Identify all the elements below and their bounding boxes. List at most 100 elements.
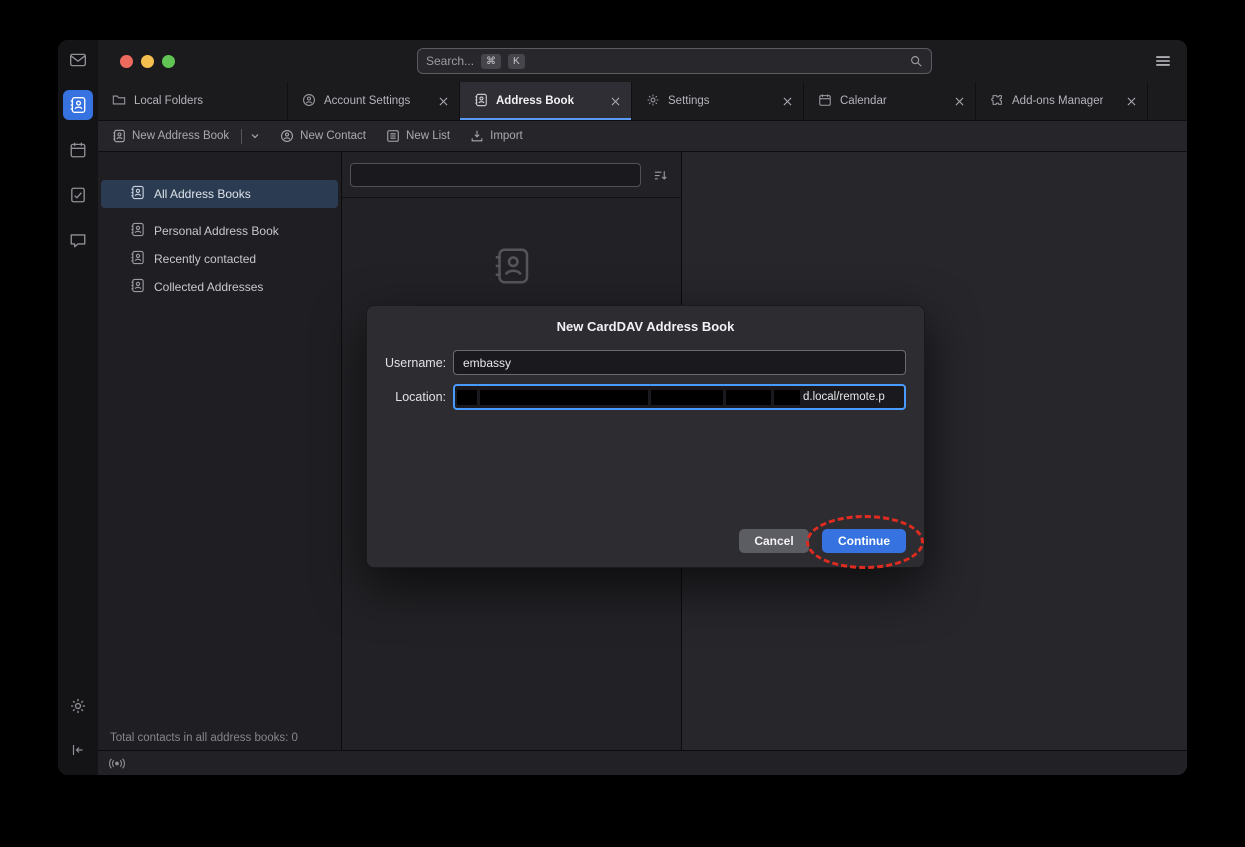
redaction-bar [651,390,723,405]
tab-label: Local Folders [134,95,203,107]
address-book-toolbar: New Address Book New Contact New List [98,120,1187,152]
calendar-icon [69,141,87,159]
minimize-window-button[interactable] [141,55,154,68]
tab-settings[interactable]: Settings [632,82,804,120]
new-list-icon [386,129,400,143]
list-item-label: Personal Address Book [154,224,279,238]
address-book-icon [474,93,488,110]
import-icon [470,129,484,143]
redaction-bar [480,390,648,405]
close-window-button[interactable] [120,55,133,68]
location-visible-text: d.local/remote.p [803,391,885,403]
new-address-book-label: New Address Book [132,130,229,142]
redaction-bar [457,390,477,405]
username-field[interactable] [453,350,906,375]
list-item-label: All Address Books [154,187,251,201]
dialog-title: New CardDAV Address Book [367,306,924,334]
puzzle-icon [990,93,1004,110]
global-search-bar[interactable]: Search... ⌘ K [417,48,932,74]
tab-addons-manager[interactable]: Add-ons Manager [976,82,1148,120]
username-label: Username: [385,356,453,370]
address-book-space-button[interactable] [63,90,93,120]
tab-address-book[interactable]: Address Book [460,82,632,120]
list-item-personal-address-book[interactable]: Personal Address Book [101,217,338,245]
new-contact-button[interactable]: New Contact [280,129,366,143]
calendar-space-button[interactable] [63,135,93,165]
import-label: Import [490,130,523,142]
contacts-search-input[interactable] [350,163,641,187]
address-book-icon [130,185,145,203]
list-item-label: Collected Addresses [154,280,263,294]
new-list-label: New List [406,130,450,142]
new-address-book-button[interactable]: New Address Book [112,129,260,144]
close-tab-icon[interactable] [951,93,967,109]
rail-collapse-button[interactable] [63,735,93,765]
tab-label: Settings [668,95,710,107]
tab-account-settings[interactable]: Account Settings [288,82,460,120]
calendar-icon [818,93,832,110]
close-tab-icon[interactable] [607,93,623,109]
location-field[interactable]: d.local/remote.p [453,384,906,410]
mail-icon [69,51,87,69]
tab-label: Add-ons Manager [1012,95,1103,107]
list-item-all-address-books[interactable]: All Address Books [101,180,338,208]
list-item-collected-addresses[interactable]: Collected Addresses [101,273,338,301]
close-tab-icon[interactable] [1123,93,1139,109]
rail-settings-button[interactable] [63,691,93,721]
new-carddav-dialog: New CardDAV Address Book Username: Locat… [366,305,925,568]
status-bar [98,750,1187,775]
cmd-keycap: ⌘ [481,54,501,69]
search-placeholder: Search... [426,54,474,68]
search-icon [909,54,923,68]
location-row: Location: d.local/remote.p [367,384,924,410]
continue-button[interactable]: Continue [822,529,906,553]
new-list-button[interactable]: New List [386,129,450,143]
redaction-bar [774,390,800,405]
chat-icon [69,231,87,249]
zoom-window-button[interactable] [162,55,175,68]
folder-icon [112,93,126,110]
tab-label: Calendar [840,95,887,107]
tab-calendar[interactable]: Calendar [804,82,976,120]
total-contacts-status: Total contacts in all address books: 0 [110,732,298,744]
location-label: Location: [385,390,453,404]
contacts-search-row [342,152,681,198]
username-row: Username: [367,350,924,375]
address-book-icon [130,222,145,240]
collapse-rail-icon [70,742,86,758]
chevron-down-icon[interactable] [250,131,260,141]
mail-space-button[interactable] [63,45,93,75]
cancel-button[interactable]: Cancel [739,529,809,553]
titlebar: Search... ⌘ K [98,40,1187,82]
redaction-bar [726,390,771,405]
dialog-buttons: Cancel Continue [739,529,906,553]
spaces-rail [58,40,98,775]
address-book-icon [69,96,87,114]
address-books-panel: All Address Books Personal Address Book … [98,152,342,750]
import-button[interactable]: Import [470,129,523,143]
new-contact-label: New Contact [300,130,366,142]
new-contact-icon [280,129,294,143]
k-keycap: K [508,54,525,69]
chat-space-button[interactable] [63,225,93,255]
tab-label: Account Settings [324,95,410,107]
gear-icon [646,93,660,110]
tasks-space-button[interactable] [63,180,93,210]
list-item-recently-contacted[interactable]: Recently contacted [101,245,338,273]
app-menu-button[interactable] [1153,52,1173,70]
close-tab-icon[interactable] [779,93,795,109]
close-tab-icon[interactable] [435,93,451,109]
settings-gear-icon [69,697,87,715]
tasks-icon [69,186,87,204]
new-address-book-icon [112,129,126,143]
tab-bar: Local Folders Account Settings Address B… [98,82,1187,120]
address-book-icon [130,278,145,296]
display-options-icon[interactable] [649,164,671,186]
toolbar-separator [241,129,242,144]
list-item-label: Recently contacted [154,252,256,266]
account-icon [302,93,316,110]
tab-local-folders[interactable]: Local Folders [98,82,288,120]
address-book-icon [130,250,145,268]
broadcast-icon [108,757,126,770]
tab-label: Address Book [496,95,574,107]
